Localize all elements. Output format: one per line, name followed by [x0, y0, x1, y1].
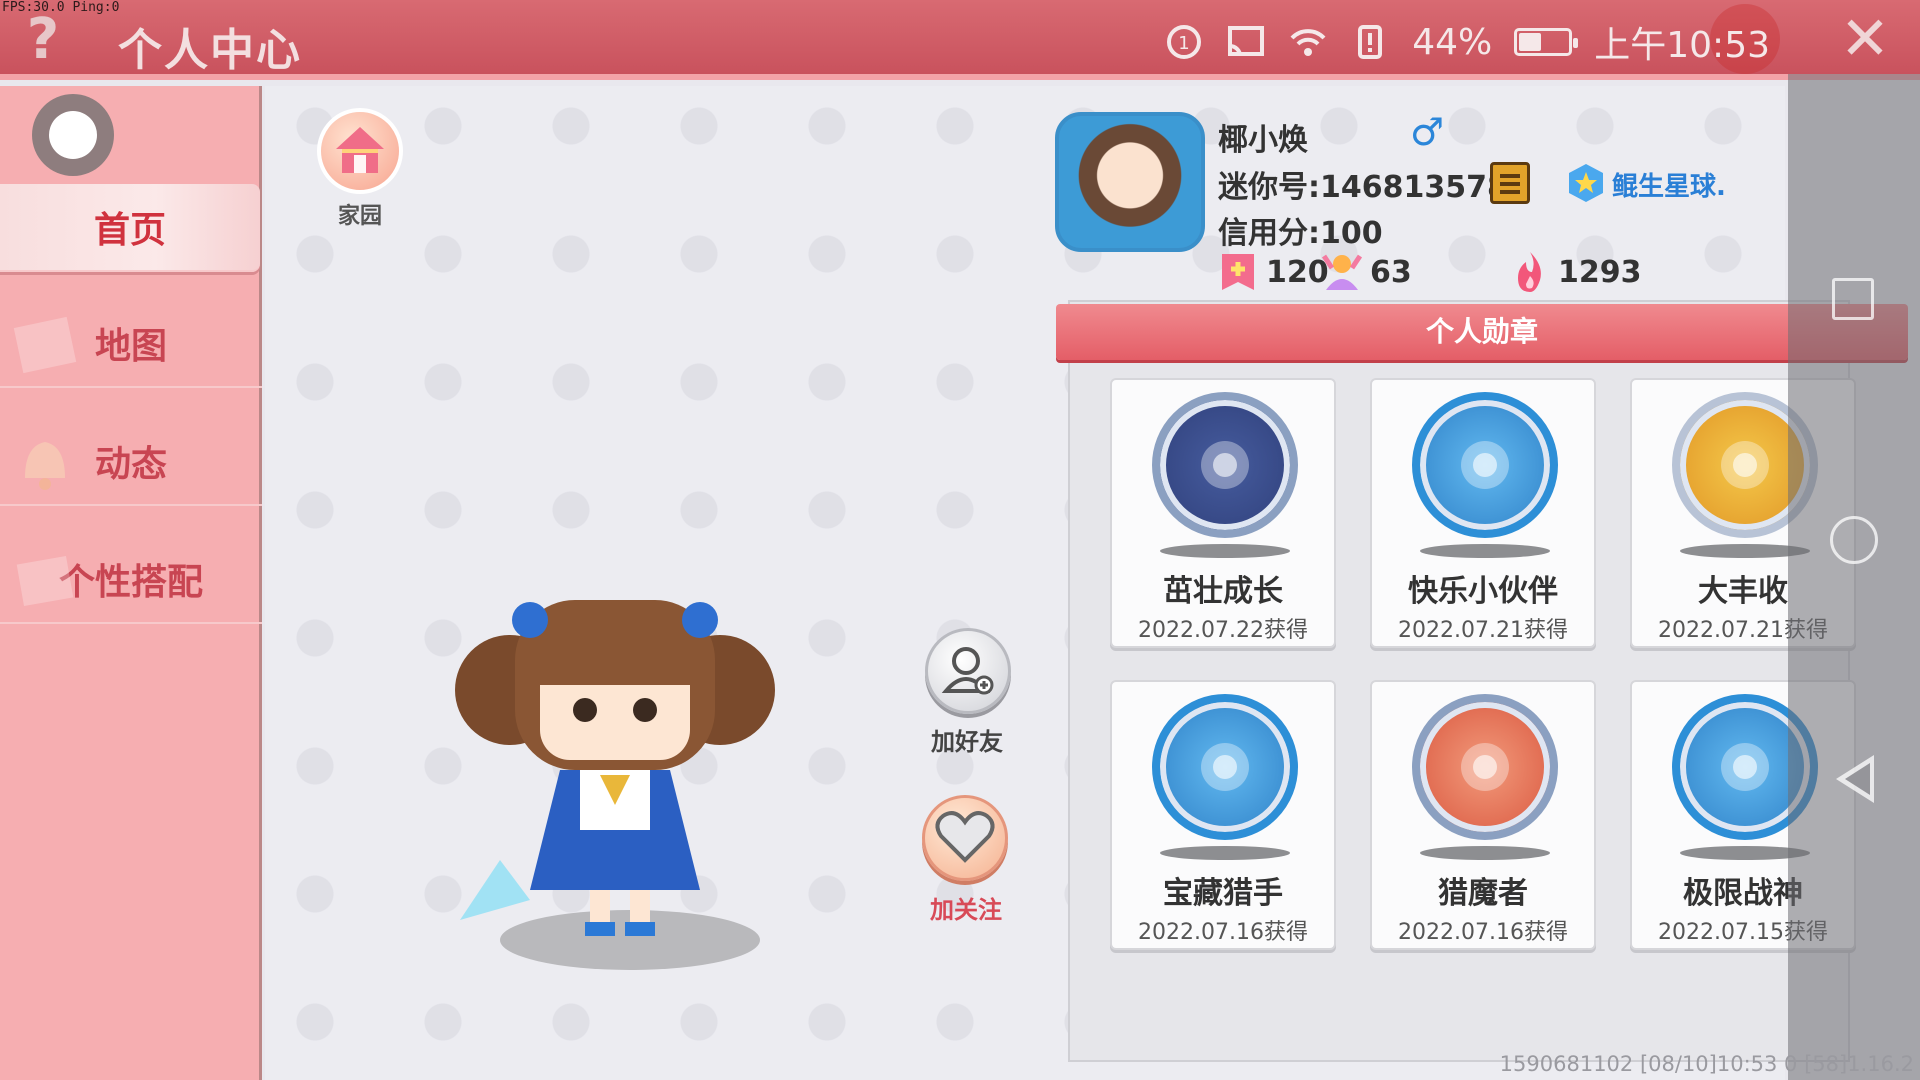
recent-apps-icon[interactable]: [1832, 278, 1874, 320]
map-icon: [13, 316, 77, 374]
medal-card[interactable]: 宝藏猎手 2022.07.16获得: [1110, 680, 1336, 950]
cast-icon: [1228, 26, 1265, 57]
male-gender-icon: ♂: [1410, 110, 1445, 154]
medal-date: 2022.07.16获得: [1138, 920, 1308, 945]
page-title: 个人中心: [118, 25, 302, 76]
battery-alert-icon: [1358, 25, 1383, 59]
profile-name: 椰小焕: [1218, 123, 1308, 158]
sidebar-item-label: 动态: [94, 444, 167, 485]
system-nav-overlay: [1788, 74, 1920, 1080]
medal-badge-icon: [1152, 694, 1298, 840]
sidebar-item-map[interactable]: 地图: [0, 300, 262, 388]
follow-label: 加关注: [930, 896, 1002, 924]
medal-card[interactable]: 猎魔者 2022.07.16获得: [1370, 680, 1596, 950]
fans-count: 63: [1370, 254, 1412, 290]
profile-avatar[interactable]: [1055, 112, 1205, 252]
follow-button[interactable]: [922, 795, 1008, 881]
clock: 上午10:53: [1594, 25, 1770, 66]
likes-count: 120: [1266, 254, 1329, 290]
fans-icon: [1322, 254, 1362, 290]
house-icon: [336, 127, 384, 173]
medal-date: 2022.07.22获得: [1138, 618, 1308, 643]
heat-count: 1293: [1558, 254, 1642, 290]
medal-panel-title: 个人勋章: [1056, 304, 1908, 360]
credit-score: 信用分:100: [1218, 216, 1383, 251]
medal-shadow: [1160, 846, 1290, 860]
home-button[interactable]: [317, 108, 403, 194]
flame-icon: [1518, 252, 1541, 292]
likes-stat: 120: [1218, 250, 1329, 294]
help-icon[interactable]: ?: [18, 12, 68, 68]
sidebar-item-label: 个性搭配: [58, 562, 203, 603]
back-nav-icon[interactable]: [1836, 755, 1874, 803]
medal-badge-icon: [1152, 392, 1298, 538]
heat-stat: 1293: [1510, 250, 1642, 294]
svg-text:1: 1: [1179, 33, 1190, 54]
sidebar: 首页 地图 动态 个性搭配: [0, 86, 262, 1080]
home-nav-icon[interactable]: [1830, 516, 1878, 564]
fans-stat: 63: [1322, 250, 1412, 294]
toggle-circle-icon[interactable]: [32, 94, 114, 176]
planet-link[interactable]: 鲲生星球.: [1612, 166, 1726, 203]
sidebar-item-home[interactable]: 首页: [0, 184, 260, 272]
medal-date: 2022.07.16获得: [1398, 920, 1568, 945]
sidebar-item-label: 首页: [93, 210, 166, 251]
medal-card[interactable]: 快乐小伙伴 2022.07.21获得: [1370, 378, 1596, 648]
medal-shadow: [1420, 544, 1550, 558]
heart-icon: [935, 811, 995, 863]
battery-percent: 44%: [1412, 21, 1493, 63]
wifi-icon: [1290, 29, 1326, 56]
medal-shadow: [1160, 544, 1290, 558]
medal-card[interactable]: 茁壮成长 2022.07.22获得: [1110, 378, 1336, 648]
sidebar-item-label: 地图: [94, 326, 167, 367]
medal-name: 宝藏猎手: [1163, 876, 1283, 911]
build-info: 1590681102 [08/10]10:53 0 [58]1.16.2: [1499, 1052, 1914, 1076]
player-character-avatar[interactable]: [420, 560, 820, 980]
medal-name: 猎魔者: [1438, 876, 1528, 911]
data-saver-icon: 1: [1167, 25, 1202, 59]
status-bar: 1 44% 上午10:53: [1164, 16, 1770, 68]
medal-badge-icon: [1412, 392, 1558, 538]
add-friend-button[interactable]: [925, 628, 1011, 714]
add-friend-label: 加好友: [931, 728, 1003, 756]
bell-icon: [25, 442, 65, 490]
copy-icon[interactable]: [1490, 162, 1530, 204]
outfit-icon: [16, 555, 74, 607]
home-label: 家园: [337, 204, 382, 229]
medal-name: 快乐小伙伴: [1408, 574, 1558, 609]
sidebar-item-feed[interactable]: 动态: [0, 418, 262, 506]
battery-icon: [1514, 28, 1579, 56]
medal-badge-icon: [1412, 694, 1558, 840]
planet-badge-icon: [1569, 164, 1603, 202]
profile-mini-id: 迷你号:1468135783: [1218, 170, 1529, 205]
sidebar-item-outfit[interactable]: 个性搭配: [0, 536, 262, 624]
medal-date: 2022.07.21获得: [1398, 618, 1568, 643]
medal-name: 茁壮成长: [1163, 574, 1283, 609]
top-bar: FPS:30.0 Ping:0 ? 个人中心 1 44% 上午10:53 ✕: [0, 0, 1920, 80]
add-user-icon: [941, 647, 994, 695]
close-button[interactable]: ✕: [1838, 9, 1892, 69]
battery-fill: [1519, 33, 1542, 51]
like-bookmark-icon: [1222, 254, 1254, 290]
medal-shadow: [1420, 846, 1550, 860]
